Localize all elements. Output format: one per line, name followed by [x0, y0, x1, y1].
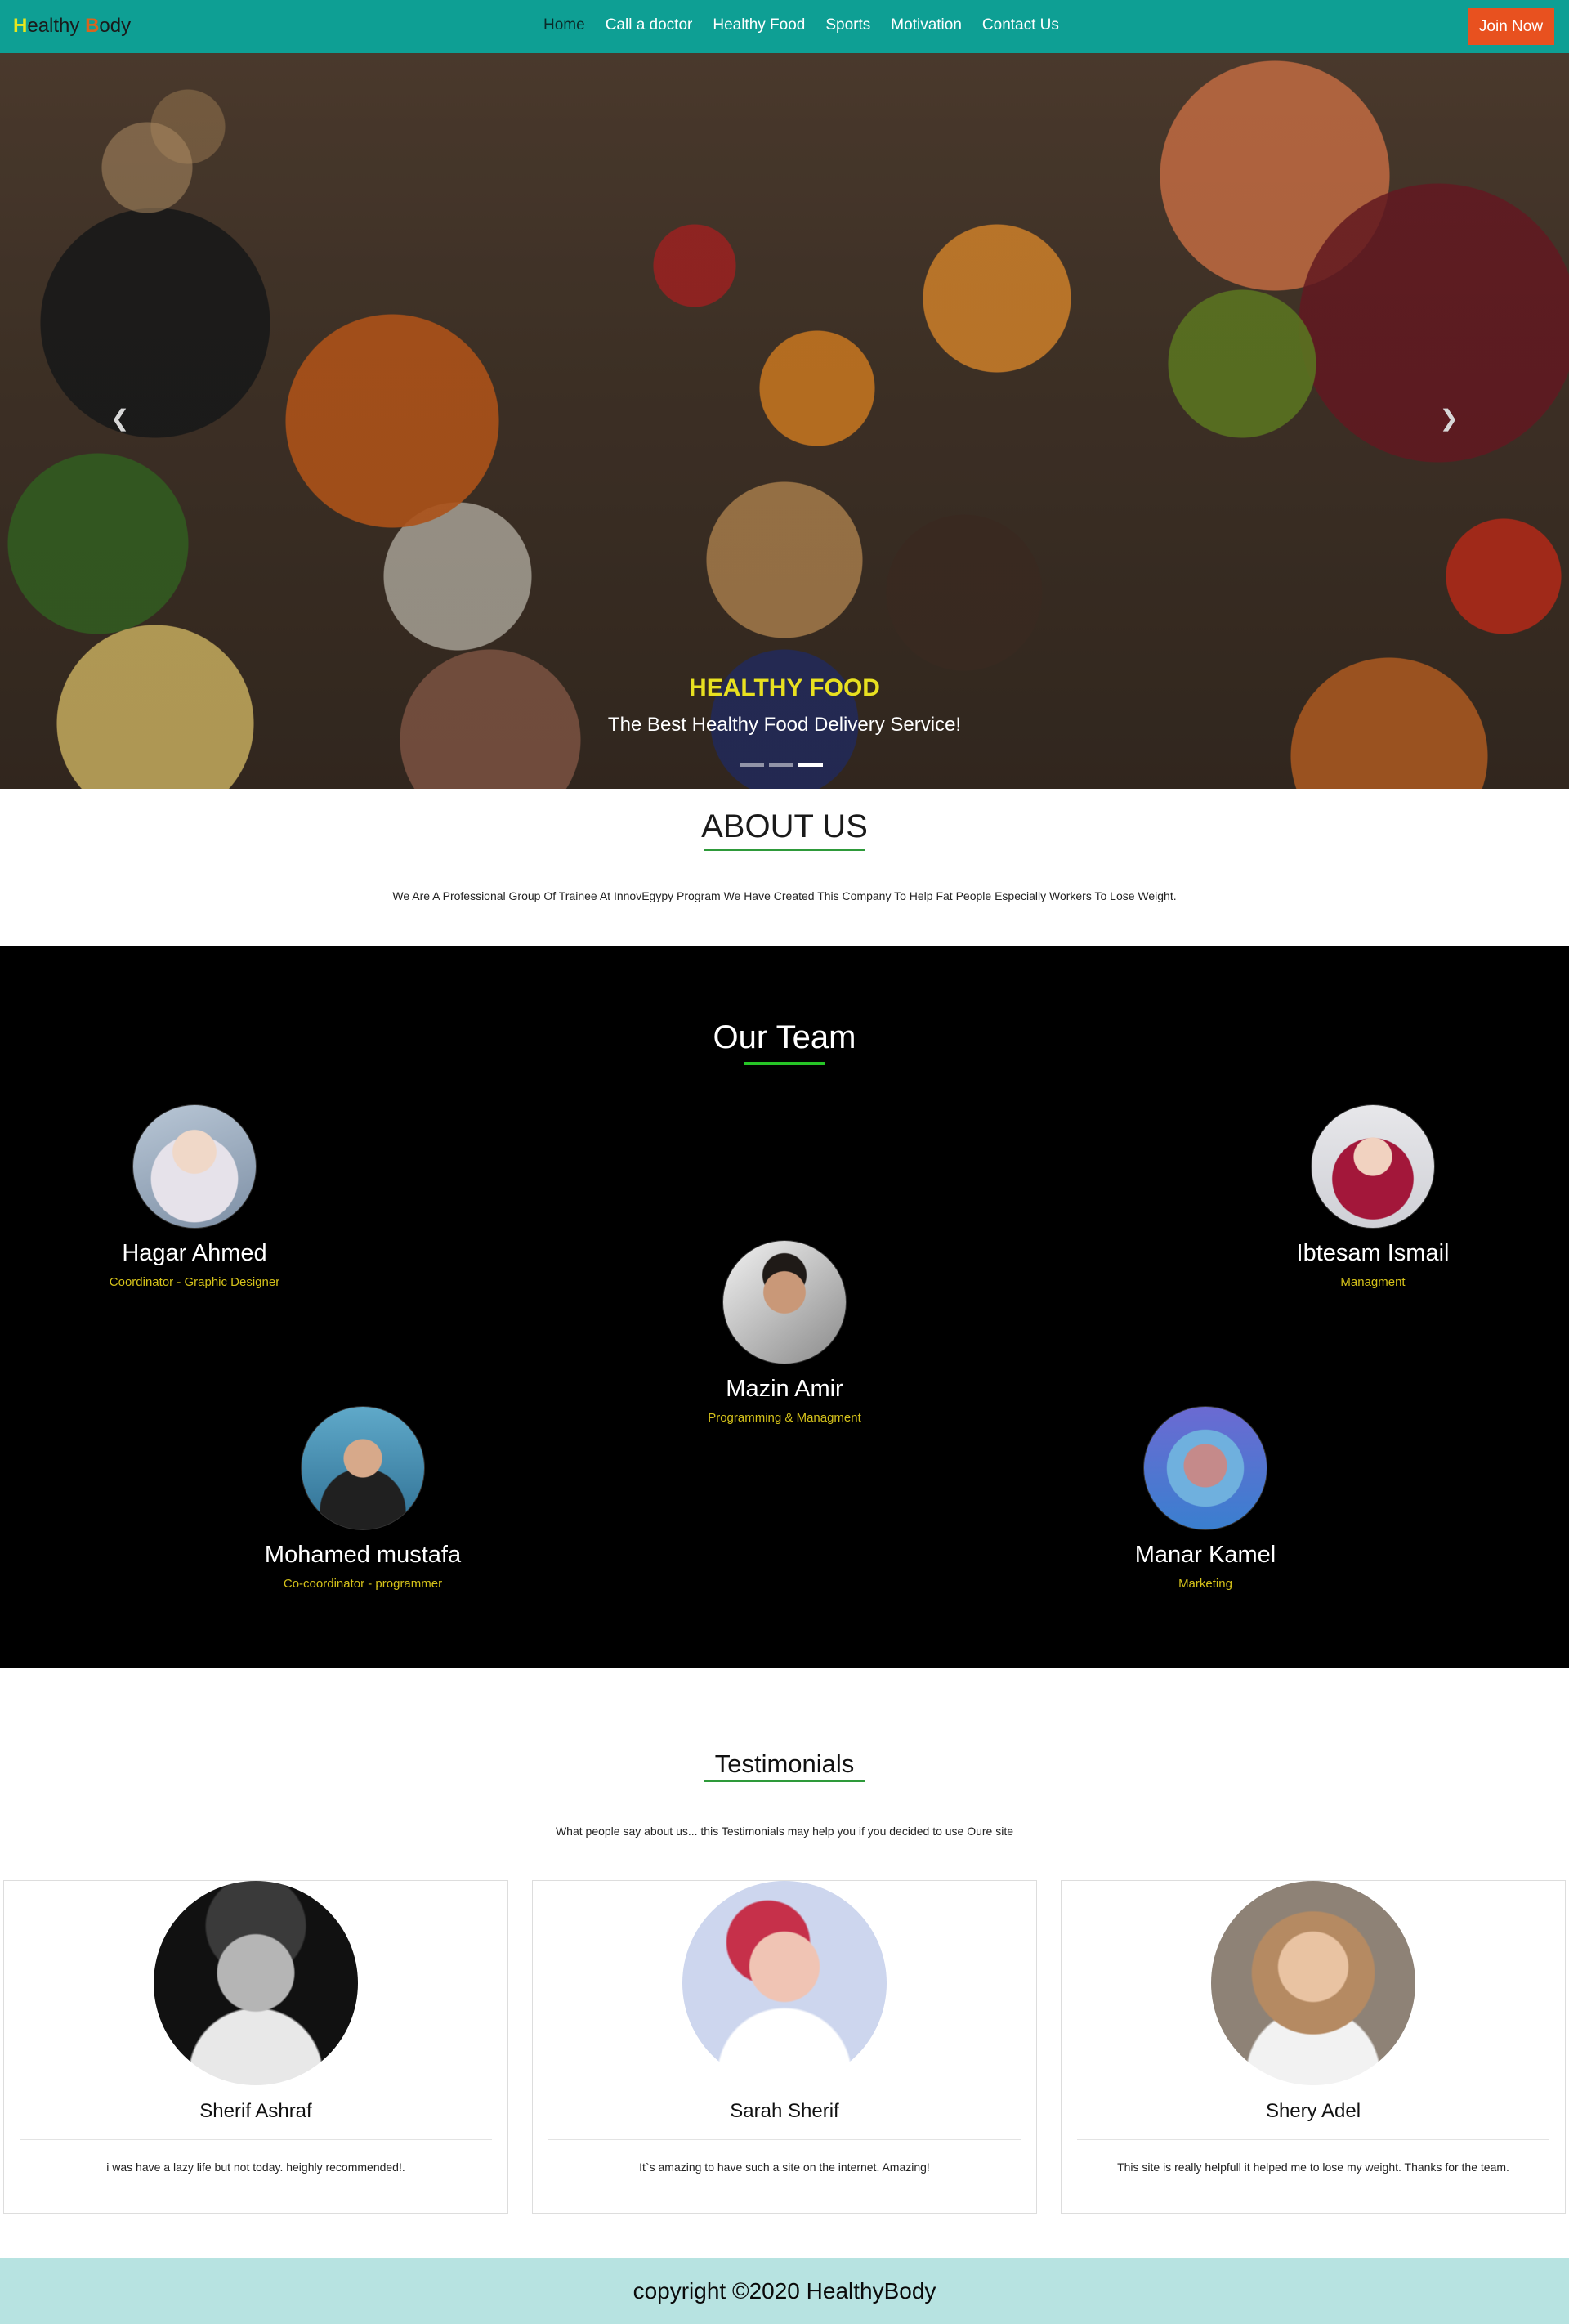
brand-text-1: ealthy: [27, 15, 86, 37]
divider: [20, 2139, 492, 2140]
nav-call-doctor[interactable]: Call a doctor: [606, 16, 693, 34]
team-member-name: Ibtesam Ismail: [1296, 1240, 1450, 1266]
testimonial-quote: This site is really helpfull it helped m…: [1117, 2161, 1509, 2174]
carousel-indicator-1[interactable]: [740, 763, 764, 767]
footer: copyright ©2020 HealthyBody: [0, 2258, 1569, 2324]
team-member-name: Manar Kamel: [1134, 1542, 1276, 1568]
carousel-indicators: [740, 763, 823, 767]
divider: [548, 2139, 1021, 2140]
team-member-name: Mazin Amir: [726, 1376, 843, 1402]
nav-contact-us[interactable]: Contact Us: [982, 16, 1059, 34]
team-member-role: Programming & Managment: [708, 1411, 861, 1425]
footer-copyright: copyright ©2020 HealthyBody: [633, 2277, 936, 2304]
team-member-role: Coordinator - Graphic Designer: [109, 1275, 280, 1289]
nav-sports[interactable]: Sports: [825, 16, 870, 34]
testimonial-photo: [154, 1881, 358, 2085]
avatar: [1311, 1104, 1435, 1229]
nav-home[interactable]: Home: [543, 16, 585, 34]
testimonials-section: Testimonials What people say about us...…: [0, 1668, 1569, 2258]
testimonial-card: Shery Adel This site is really helpfull …: [1061, 1880, 1566, 2214]
join-now-button[interactable]: Join Now: [1468, 8, 1554, 45]
brand-letter-b: B: [85, 15, 100, 37]
navbar: Healthy Body Home Call a doctor Healthy …: [0, 0, 1569, 53]
testimonial-quote: i was have a lazy life but not today. he…: [106, 2161, 405, 2174]
team-member-name: Hagar Ahmed: [122, 1240, 267, 1266]
avatar: [132, 1104, 257, 1229]
avatar: [1143, 1406, 1267, 1530]
testimonials-lead: What people say about us... this Testimo…: [555, 1825, 1014, 1838]
testimonials-title: Testimonials: [714, 1749, 855, 1778]
testimonial-card: Sherif Ashraf i was have a lazy life but…: [3, 1880, 508, 2214]
carousel-indicator-3[interactable]: [798, 763, 823, 767]
about-section: ABOUT US We Are A Professional Group Of …: [0, 789, 1569, 946]
team-member-card: Mazin Amir Programming & Managment: [662, 1240, 907, 1425]
nav-links: Home Call a doctor Healthy Food Sports M…: [543, 16, 1080, 34]
testimonial-name: Shery Adel: [1265, 2100, 1361, 2122]
avatar: [301, 1406, 425, 1530]
testimonial-name: Sarah Sherif: [730, 2100, 839, 2122]
team-section: Our Team Hagar Ahmed Coordinator - Graph…: [0, 946, 1569, 1668]
divider: [1077, 2139, 1549, 2140]
team-member-card: Hagar Ahmed Coordinator - Graphic Design…: [72, 1104, 317, 1289]
avatar: [722, 1240, 847, 1364]
team-member-card: Mohamed mustafa Co-coordinator - program…: [240, 1406, 485, 1591]
brand-letter-h: H: [13, 15, 28, 37]
testimonial-name: Sherif Ashraf: [199, 2100, 312, 2122]
about-text: We Are A Professional Group Of Trainee A…: [392, 889, 1177, 902]
team-title: Our Team: [713, 1019, 856, 1055]
team-title-underline: [744, 1062, 825, 1065]
team-member-role: Managment: [1340, 1275, 1406, 1289]
team-member-card: Manar Kamel Marketing: [1083, 1406, 1328, 1591]
team-member-role: Marketing: [1178, 1577, 1232, 1591]
team-member-role: Co-coordinator - programmer: [283, 1577, 443, 1591]
testimonial-quote: It`s amazing to have such a site on the …: [639, 2161, 930, 2174]
testimonial-photo: [1211, 1881, 1415, 2085]
hero-caption: HEALTHY FOOD The Best Healthy Food Deliv…: [0, 674, 1569, 737]
hero-carousel: ❮ ❯ HEALTHY FOOD The Best Healthy Food D…: [0, 53, 1569, 789]
brand-logo[interactable]: Healthy Body: [13, 15, 131, 38]
nav-healthy-food[interactable]: Healthy Food: [713, 16, 805, 34]
testimonial-card: Sarah Sherif It`s amazing to have such a…: [532, 1880, 1037, 2214]
brand-text-2: ody: [99, 15, 132, 37]
chevron-right-icon[interactable]: ❯: [1440, 405, 1459, 432]
team-member-name: Mohamed mustafa: [264, 1542, 462, 1568]
about-title: ABOUT US: [701, 808, 868, 844]
testimonials-title-underline: [704, 1780, 865, 1782]
team-member-card: Ibtesam Ismail Managment: [1250, 1104, 1495, 1289]
chevron-left-icon[interactable]: ❮: [110, 405, 129, 432]
about-title-underline: [704, 849, 865, 851]
testimonial-photo: [682, 1881, 887, 2085]
hero-subtitle: The Best Healthy Food Delivery Service!: [607, 714, 962, 736]
carousel-indicator-2[interactable]: [769, 763, 793, 767]
nav-motivation[interactable]: Motivation: [891, 16, 962, 34]
hero-title: HEALTHY FOOD: [689, 674, 880, 701]
